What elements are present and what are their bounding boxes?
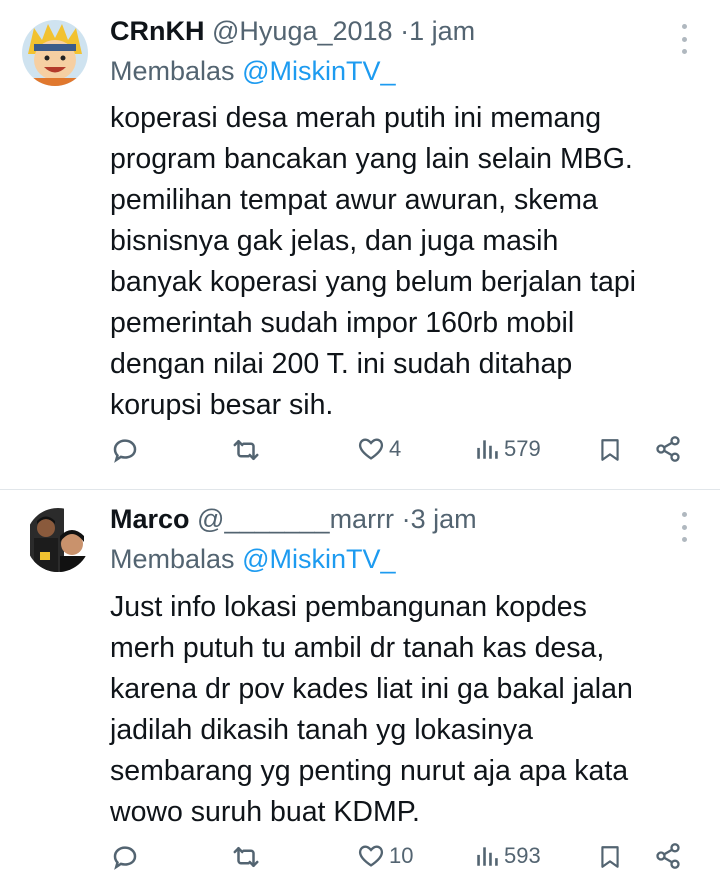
- reply-context: Membalas @MiskinTV_: [110, 56, 396, 87]
- display-name[interactable]: CRnKH: [110, 16, 205, 46]
- view-count: 593: [504, 843, 541, 868]
- share-icon: [656, 436, 680, 462]
- tweet[interactable]: CRnKH @Hyuga_2018 ·1 jam Membalas @Miski…: [0, 0, 720, 488]
- reply-button[interactable]: [110, 435, 140, 465]
- tweet-header: CRnKH @Hyuga_2018 ·1 jam: [110, 16, 475, 47]
- bookmark-icon: [601, 439, 619, 461]
- handle[interactable]: @_______marrr: [197, 504, 394, 534]
- reply-icon: [113, 846, 137, 870]
- views-button[interactable]: 593: [474, 842, 541, 870]
- like-icon: [358, 438, 384, 460]
- text-line: wowo suruh buat KDMP.: [110, 796, 420, 828]
- text-line: pemerintah sudah impor 160rb mobil: [110, 307, 575, 339]
- views-icon: [477, 847, 498, 866]
- reply-prefix: Membalas: [110, 544, 235, 574]
- bookmark-icon: [601, 846, 619, 868]
- reply-prefix: Membalas: [110, 56, 235, 86]
- views-icon: [477, 440, 498, 459]
- text-line: pemilihan tempat awur awuran, skema: [110, 184, 598, 216]
- tweet-header: Marco @_______marrr ·3 jam: [110, 504, 477, 535]
- text-line: Just info lokasi pembangunan kopdes: [110, 591, 587, 623]
- mention-link[interactable]: @MiskinTV_: [242, 56, 395, 86]
- like-button[interactable]: 10: [357, 842, 413, 870]
- more-icon[interactable]: [675, 512, 693, 542]
- like-icon: [358, 845, 384, 867]
- text-line: merh putuh tu ambil dr tanah kas desa,: [110, 632, 605, 664]
- reply-button[interactable]: [110, 842, 140, 872]
- share-icon: [656, 843, 680, 869]
- bookmark-button[interactable]: [597, 842, 623, 872]
- avatar[interactable]: [26, 508, 90, 572]
- timestamp[interactable]: 3 jam: [411, 504, 477, 534]
- separator: ·: [400, 16, 410, 46]
- reply-context: Membalas @MiskinTV_: [110, 544, 396, 575]
- bookmark-button[interactable]: [597, 435, 623, 465]
- display-name[interactable]: Marco: [110, 504, 190, 534]
- retweet-button[interactable]: [230, 435, 262, 465]
- like-button[interactable]: 4: [357, 435, 401, 463]
- reply-icon: [113, 439, 137, 463]
- handle[interactable]: @Hyuga_2018: [212, 16, 393, 46]
- like-count: 10: [389, 843, 414, 868]
- text-line: sembarang yg penting nurut aja apa kata: [110, 755, 629, 787]
- views-button[interactable]: 579: [474, 435, 541, 463]
- text-line: koperasi desa merah putih ini memang: [110, 102, 602, 134]
- text-line: dengan nilai 200 T. ini sudah ditahap: [110, 348, 573, 380]
- retweet-icon: [233, 440, 259, 460]
- separator: ·: [401, 504, 411, 534]
- text-line: jadilah dikasih tanah yg lokasinya: [110, 714, 534, 746]
- view-count: 579: [504, 436, 541, 461]
- tweet-text: koperasi desa merah putih ini memang pro…: [110, 98, 700, 426]
- text-line: korupsi besar sih.: [110, 389, 334, 421]
- like-count: 4: [389, 436, 402, 461]
- text-line: program bancakan yang lain selain MBG.: [110, 143, 633, 175]
- text-line: banyak koperasi yang belum berjalan tapi: [110, 266, 636, 298]
- retweet-icon: [233, 847, 259, 867]
- action-bar: 10 593: [0, 842, 720, 882]
- tweet[interactable]: Marco @_______marrr ·3 jam Membalas @Mis…: [0, 490, 720, 896]
- text-line: bisnisnya gak jelas, dan juga masih: [110, 225, 559, 257]
- share-button[interactable]: [654, 842, 682, 870]
- retweet-button[interactable]: [230, 842, 262, 872]
- avatar[interactable]: [22, 20, 88, 86]
- action-bar: 4 579: [0, 435, 720, 475]
- mention-link[interactable]: @MiskinTV_: [242, 544, 395, 574]
- more-icon[interactable]: [675, 24, 693, 54]
- text-line: karena dr pov kades liat ini ga bakal ja…: [110, 673, 633, 705]
- share-button[interactable]: [654, 435, 682, 463]
- tweet-text: Just info lokasi pembangunan kopdes merh…: [110, 587, 700, 833]
- timestamp[interactable]: 1 jam: [409, 16, 475, 46]
